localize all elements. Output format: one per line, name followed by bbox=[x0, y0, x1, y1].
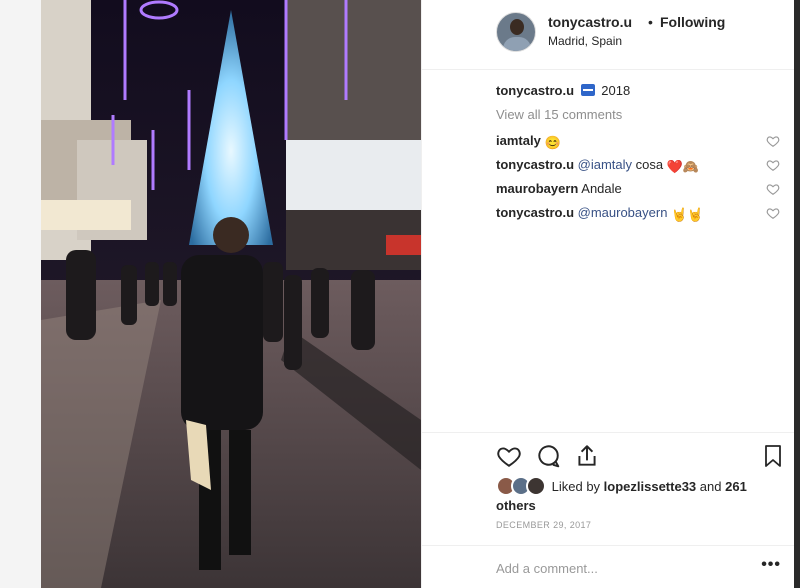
heart-small-icon[interactable] bbox=[766, 206, 780, 220]
left-margin bbox=[0, 0, 41, 588]
add-comment-bar: ••• bbox=[422, 545, 795, 588]
caption: tonycastro.u 2018 bbox=[496, 82, 786, 106]
avatar[interactable] bbox=[496, 12, 536, 52]
comment-mention[interactable]: @maurobayern bbox=[578, 205, 668, 220]
liked-by-user-link[interactable]: lopezlissette33 bbox=[604, 479, 697, 494]
comment-text: Andale bbox=[581, 181, 622, 196]
comment-emoji: 🤘🤘 bbox=[671, 207, 704, 222]
add-comment-input[interactable] bbox=[496, 558, 746, 578]
comment-username[interactable]: tonycastro.u bbox=[496, 205, 574, 220]
heart-small-icon[interactable] bbox=[766, 182, 780, 196]
post-photo[interactable] bbox=[41, 0, 421, 588]
separator-dot: • bbox=[648, 14, 653, 30]
calendar-emoji-icon bbox=[580, 84, 595, 96]
action-bar bbox=[422, 432, 795, 482]
post-details-panel: tonycastro.u • Following Madrid, Spain t… bbox=[421, 0, 795, 588]
post-date[interactable]: DECEMBER 29, 2017 bbox=[496, 520, 591, 530]
location-link[interactable]: Madrid, Spain bbox=[548, 34, 622, 48]
comment-text: cosa bbox=[635, 157, 664, 172]
comment-row: tonycastro.u @maurobayern 🤘🤘 bbox=[496, 204, 786, 228]
heart-small-icon[interactable] bbox=[766, 158, 780, 172]
comment-mention[interactable]: @iamtaly bbox=[578, 157, 632, 172]
comment-row: maurobayern Andale bbox=[496, 180, 786, 204]
comment-emoji: 😊 bbox=[544, 135, 561, 150]
post-username-link[interactable]: tonycastro.u bbox=[548, 14, 632, 30]
avatar bbox=[526, 476, 546, 496]
following-button[interactable]: Following bbox=[660, 14, 725, 30]
comment-username[interactable]: maurobayern bbox=[496, 181, 578, 196]
comment-username[interactable]: iamtaly bbox=[496, 133, 541, 148]
liked-by-prefix: Liked by bbox=[551, 479, 601, 494]
post-header: tonycastro.u • Following Madrid, Spain bbox=[422, 0, 795, 70]
comment-row: iamtaly 😊 bbox=[496, 132, 786, 156]
more-icon[interactable]: ••• bbox=[761, 556, 781, 574]
bookmark-icon[interactable] bbox=[761, 443, 785, 469]
likes-summary: Liked by lopezlissette33 and 261 others bbox=[496, 476, 776, 515]
liked-by-and: and bbox=[699, 479, 722, 494]
share-icon[interactable] bbox=[574, 443, 600, 469]
heart-icon[interactable] bbox=[496, 443, 522, 469]
comment-row: tonycastro.u @iamtaly cosa ❤️🙈 bbox=[496, 156, 786, 180]
caption-username[interactable]: tonycastro.u bbox=[496, 83, 574, 98]
comments-section: tonycastro.u 2018 View all 15 comments i… bbox=[496, 82, 786, 228]
liker-avatars[interactable] bbox=[496, 476, 548, 496]
caption-text: 2018 bbox=[601, 83, 631, 98]
heart-small-icon[interactable] bbox=[766, 134, 780, 148]
view-all-comments-link[interactable]: View all 15 comments bbox=[496, 106, 786, 132]
comment-username[interactable]: tonycastro.u bbox=[496, 157, 574, 172]
comment-icon[interactable] bbox=[535, 443, 561, 469]
right-margin bbox=[794, 0, 800, 588]
comment-emoji: ❤️🙈 bbox=[666, 159, 700, 174]
